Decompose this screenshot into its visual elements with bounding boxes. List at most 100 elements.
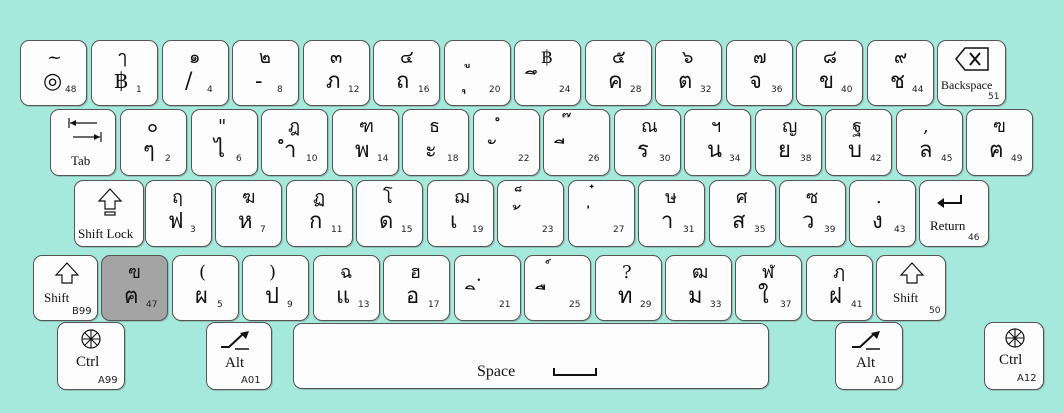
alt-arrow-icon [852,331,880,350]
key-code: 23 [542,225,554,235]
key-k6[interactable]: " ไ 6 [191,109,258,176]
key-k12[interactable]: ๓ภ 12 [303,40,370,106]
key-k17[interactable]: ฮอ 17 [383,255,450,321]
key-k49[interactable]: ฃฅ 49 [966,109,1033,176]
key-k31[interactable]: ษา 31 [638,180,705,247]
base-char: พ [355,138,370,163]
key-code: 11 [331,225,343,235]
key-k13[interactable]: ฉแ 13 [313,255,380,321]
key-code: 9 [287,300,293,310]
alt-arrow-icon [221,331,249,350]
key-k43[interactable]: . ง 43 [849,180,916,247]
key-k25[interactable]: ์ื25 [524,255,591,321]
key-k14[interactable]: ฑพ 14 [332,109,399,176]
key-k11[interactable]: ฏก 11 [286,180,353,247]
key-code: 28 [630,85,642,95]
key-k15[interactable]: โด 15 [356,180,423,247]
key-k23[interactable]: ็้23 [497,180,564,247]
base-char: แ [336,284,351,309]
space-key[interactable]: Space [293,323,769,389]
shift-char: ๙ [894,47,908,68]
key-code: 30 [659,154,671,164]
key-k24[interactable]: ฿ึ24 [514,40,581,106]
key-k40[interactable]: ๘ข 40 [796,40,863,106]
key-k37[interactable]: ฬใ 37 [735,255,802,321]
base-char: ม [688,284,703,309]
base-char: บ [848,138,862,163]
key-k26[interactable]: ๊ี26 [543,109,610,176]
key-k48[interactable]: ~ ◎ 48 [20,40,87,106]
key-k21[interactable]: ฺิ21 [454,255,521,321]
ctrl-label: Ctrl [999,352,1023,368]
key-code: 51 [988,92,1000,102]
key-k47[interactable]: ฃฅ 47 [101,255,168,321]
key-k38[interactable]: ญย 38 [755,109,822,176]
key-k10[interactable]: ฎำ 10 [261,109,328,176]
shift-label: Shift [893,290,919,305]
key-k32[interactable]: ๖ต 32 [655,40,722,106]
shift-right-key[interactable]: Shift 50 [876,255,946,321]
key-k44[interactable]: ๙ช 44 [867,40,934,106]
key-k4[interactable]: ๑/ 4 [162,40,229,106]
base-char: ฅ [124,284,139,309]
key-k39[interactable]: ซว 39 [779,180,846,247]
key-k5[interactable]: (ผ 5 [172,255,239,321]
shift-char: ? [622,262,632,283]
key-k34[interactable]: ฯน 34 [684,109,751,176]
base-char: ย [778,138,791,163]
key-code: 33 [710,300,722,310]
key-code: 37 [780,300,792,310]
key-k28[interactable]: ๕ค 28 [585,40,652,106]
key-code: 1 [136,85,142,95]
key-k3[interactable]: ฤฟ3 [145,180,212,247]
key-k9[interactable]: ) ป 9 [242,255,309,321]
shift-lock-key[interactable]: Shift Lock [74,180,144,247]
key-k42[interactable]: ฐบ 42 [825,109,892,176]
ctrl-left-key[interactable]: Ctrl A99 [57,322,125,390]
key-k20[interactable]: ูุ20 [444,40,511,106]
alt-left-key[interactable]: Alt A01 [206,322,272,390]
key-k19[interactable]: ฌเ 19 [427,180,494,247]
key-code: 18 [447,154,459,164]
key-k1[interactable]: ๅ฿ 1 [91,40,158,106]
shift-char: ฐ [852,116,862,137]
key-k35[interactable]: ศส 35 [709,180,776,247]
base-char: ห [238,209,253,234]
key-k33[interactable]: ฒม 33 [665,255,732,321]
key-code: 21 [499,300,511,310]
key-k41[interactable]: ฦฝ 41 [806,255,873,321]
key-k7[interactable]: ฆห7 [215,180,282,247]
base-char: เ [450,209,458,234]
shift-char: ศ [736,187,748,208]
key-k45[interactable]: , ล 45 [896,109,963,176]
key-k27[interactable]: ๋่27 [568,180,635,247]
key-code: 3 [190,225,196,235]
key-k18[interactable]: ธะ 18 [402,109,469,176]
key-k36[interactable]: ๗จ 36 [726,40,793,106]
tab-key[interactable]: Tab [50,109,116,176]
key-k2[interactable]: ๐ๆ2 [120,109,187,176]
shift-char: ฉ [340,262,353,283]
key-k30[interactable]: ณร 30 [614,109,681,176]
shift-char: ฆ [242,187,256,208]
shift-char: ฑ [359,116,374,137]
base-char: ฟ [168,209,184,234]
ctrl-right-key[interactable]: Ctrl A12 [984,322,1044,390]
key-code: 47 [146,300,158,310]
shift-char: , [923,116,929,137]
key-k22[interactable]: ํั22 [473,109,540,176]
shift-left-key[interactable]: Shift B99 [33,255,98,321]
key-k29[interactable]: ? ท 29 [595,255,662,321]
key-code: 12 [348,85,360,95]
shift-char: ๑ [189,47,201,68]
shift-char: ฃ [128,262,141,283]
shift-char: โ [383,187,393,208]
shift-char: ๅ [118,47,127,68]
key-k8[interactable]: ๒- 8 [232,40,299,106]
alt-right-key[interactable]: Alt A10 [835,322,903,390]
return-key[interactable]: Return 46 [919,180,989,247]
backspace-key[interactable]: Backspace 51 [937,40,1006,106]
base-char: ป [265,284,279,309]
key-code: 46 [968,233,980,243]
key-k16[interactable]: ๔ถ 16 [373,40,440,106]
